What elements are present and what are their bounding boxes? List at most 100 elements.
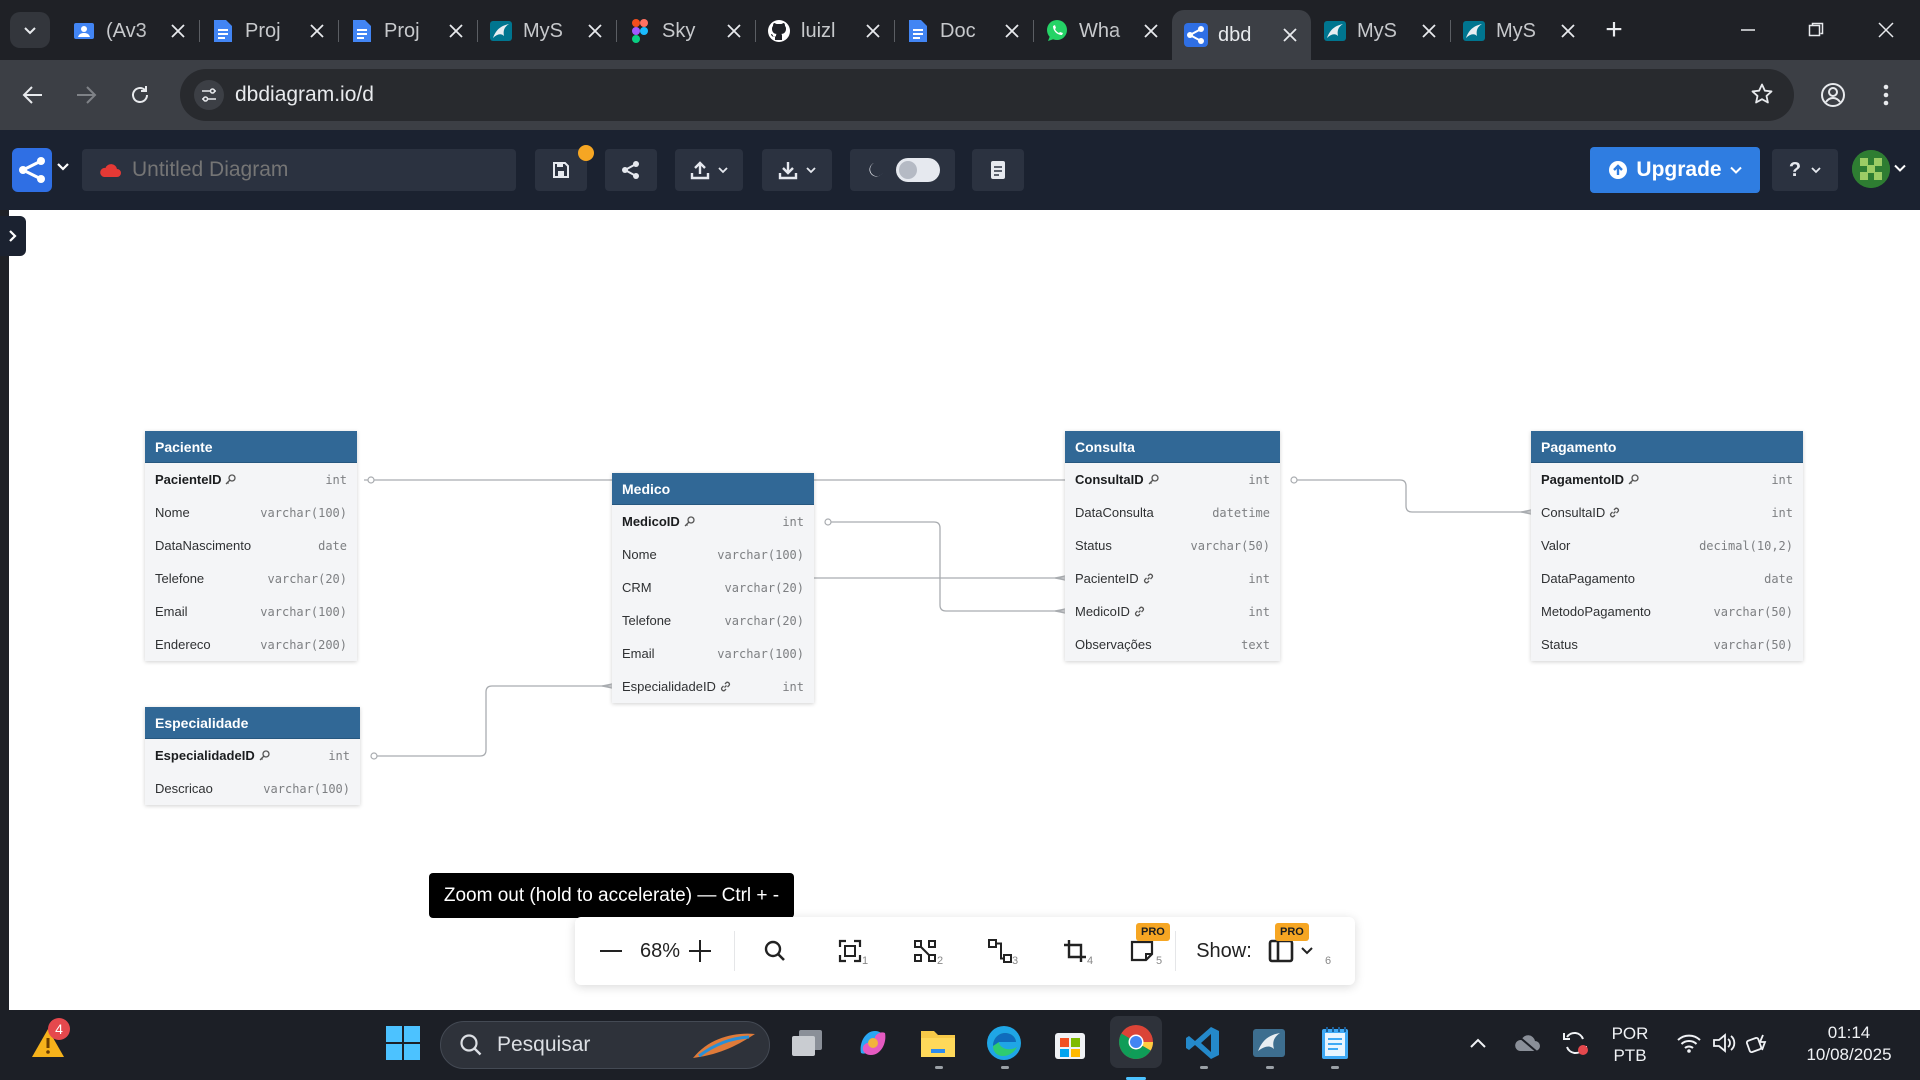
zoom-in-button[interactable] (685, 931, 715, 971)
field-name: Nome (622, 547, 657, 562)
table-field-row[interactable]: ConsultaID int (1531, 496, 1803, 529)
table-field-row[interactable]: Status varchar(50) (1531, 628, 1803, 661)
table-field-row[interactable]: DataNascimento date (145, 529, 357, 562)
table-header[interactable]: Pagamento (1531, 431, 1803, 463)
microsoft-store-button[interactable] (1048, 1021, 1092, 1065)
field-name: PacienteID (1075, 571, 1139, 586)
field-name-cell: Email (622, 646, 717, 661)
field-name-cell: Telefone (155, 571, 268, 586)
table-header[interactable]: Paciente (145, 431, 357, 463)
table-field-row[interactable]: PacienteID int (1065, 562, 1280, 595)
table-field-row[interactable]: CRM varchar(20) (612, 571, 814, 604)
relation-consulta-pagamento[interactable] (1293, 479, 1531, 513)
table-field-row[interactable]: PacienteID int (145, 463, 357, 496)
field-name-cell: DataPagamento (1541, 571, 1764, 586)
field-name: DataConsulta (1075, 505, 1154, 520)
field-type: int (782, 514, 804, 529)
field-type: varchar(100) (263, 781, 350, 796)
table-field-row[interactable]: Observações text (1065, 628, 1280, 661)
table-especialidade[interactable]: Especialidade EspecialidadeID int Descricao… (145, 707, 360, 805)
table-field-row[interactable]: EspecialidadeID int (145, 739, 360, 772)
table-field-row[interactable]: Telefone varchar(20) (145, 562, 357, 595)
table-field-row[interactable]: Endereco varchar(200) (145, 628, 357, 661)
table-field-row[interactable]: Email varchar(100) (612, 637, 814, 670)
field-name: DataNascimento (155, 538, 252, 553)
field-name-cell: Descricao (155, 781, 263, 796)
copilot-button[interactable] (851, 1021, 895, 1065)
mysql-workbench-button[interactable] (1247, 1021, 1291, 1065)
field-type: varchar(100) (260, 505, 347, 520)
sync-status-button[interactable] (1553, 1023, 1597, 1063)
field-name: Email (622, 646, 655, 661)
notepad-button[interactable] (1313, 1021, 1357, 1065)
sticky-note-button[interactable]: 5 PRO (1120, 923, 1170, 971)
relation-medico-consulta[interactable] (827, 521, 1065, 612)
field-name-cell: MetodoPagamento (1541, 604, 1714, 619)
table-field-row[interactable]: Nome varchar(100) (612, 538, 814, 571)
field-type: varchar(20) (724, 613, 804, 628)
table-field-row[interactable]: PagamentoID int (1531, 463, 1803, 496)
table-field-row[interactable]: Descricao varchar(100) (145, 772, 360, 805)
chrome-button[interactable] (1110, 1016, 1162, 1068)
table-pagamento[interactable]: Pagamento PagamentoID int ConsultaID int Valo… (1531, 431, 1803, 661)
frame-button[interactable]: 4 (1055, 931, 1095, 971)
vscode-button[interactable] (1181, 1021, 1225, 1065)
field-type: varchar(20) (724, 580, 804, 595)
show-options-dropdown[interactable]: PRO 6 (1263, 923, 1331, 971)
table-field-row[interactable]: MetodoPagamento varchar(50) (1531, 595, 1803, 628)
crop-icon (1064, 940, 1086, 962)
field-type: varchar(100) (717, 646, 804, 661)
table-view-icon (1268, 939, 1294, 963)
cloud-offline-icon (1515, 1034, 1540, 1053)
table-header[interactable]: Consulta (1065, 431, 1280, 463)
field-type: int (782, 679, 804, 694)
field-type: varchar(20) (267, 571, 347, 586)
input-language[interactable]: POR PTB (1600, 1023, 1660, 1067)
table-consulta[interactable]: Consulta ConsultaID int DataConsulta datetim… (1065, 431, 1280, 661)
table-field-row[interactable]: ConsultaID int (1065, 463, 1280, 496)
table-field-row[interactable]: Telefone varchar(20) (612, 604, 814, 637)
field-name: Email (155, 604, 188, 619)
table-medico[interactable]: Medico MedicoID int Nome varchar(100) CRM varc… (612, 473, 814, 703)
field-type: varchar(50) (1713, 637, 1793, 652)
field-name: CRM (622, 580, 652, 595)
file-explorer-button[interactable] (916, 1021, 960, 1065)
zoom-out-button[interactable] (597, 931, 625, 971)
taskbar-search[interactable]: Pesquisar (440, 1021, 770, 1069)
tray-overflow-button[interactable] (1456, 1023, 1500, 1063)
table-field-row[interactable]: EspecialidadeID int (612, 670, 814, 703)
volume-icon (1713, 1033, 1736, 1053)
fit-to-screen-button[interactable]: 1 (830, 931, 870, 971)
table-paciente[interactable]: Paciente PacienteID int Nome varchar(100) Dat… (145, 431, 357, 661)
table-field-row[interactable]: DataPagamento date (1531, 562, 1803, 595)
field-name: PagamentoID (1541, 472, 1625, 487)
field-name: Nome (155, 505, 190, 520)
clock[interactable]: 01:14 10/08/2025 (1786, 1022, 1912, 1066)
table-field-row[interactable]: Email varchar(100) (145, 595, 357, 628)
table-field-row[interactable]: Valor decimal(10,2) (1531, 529, 1803, 562)
table-field-row[interactable]: Nome varchar(100) (145, 496, 357, 529)
vscode-icon (1186, 1027, 1219, 1059)
line-style-button[interactable]: 3 (980, 931, 1020, 971)
auto-arrange-icon (914, 940, 936, 962)
table-field-row[interactable]: MedicoID int (1065, 595, 1280, 628)
start-button[interactable] (381, 1021, 425, 1065)
task-view-button[interactable] (785, 1021, 829, 1065)
table-field-row[interactable]: MedicoID int (612, 505, 814, 538)
edge-button[interactable] (982, 1021, 1026, 1065)
onedrive-button[interactable] (1505, 1023, 1549, 1063)
field-name-cell: Status (1075, 538, 1191, 553)
language-code: POR (1611, 1024, 1649, 1043)
table-header[interactable]: Especialidade (145, 707, 360, 739)
table-field-row[interactable]: Status varchar(50) (1065, 529, 1280, 562)
field-name-cell: DataNascimento (155, 538, 318, 553)
field-name: Descricao (155, 781, 213, 796)
table-field-row[interactable]: DataConsulta datetime (1065, 496, 1280, 529)
zoom-level[interactable]: 68% (632, 931, 688, 971)
auto-arrange-button[interactable]: 2 (905, 931, 945, 971)
field-name-cell: Endereco (155, 637, 260, 652)
search-button[interactable] (755, 931, 795, 971)
table-header[interactable]: Medico (612, 473, 814, 505)
quick-settings-button[interactable] (1664, 1023, 1784, 1063)
relation-especialidade-medico[interactable] (374, 685, 612, 757)
